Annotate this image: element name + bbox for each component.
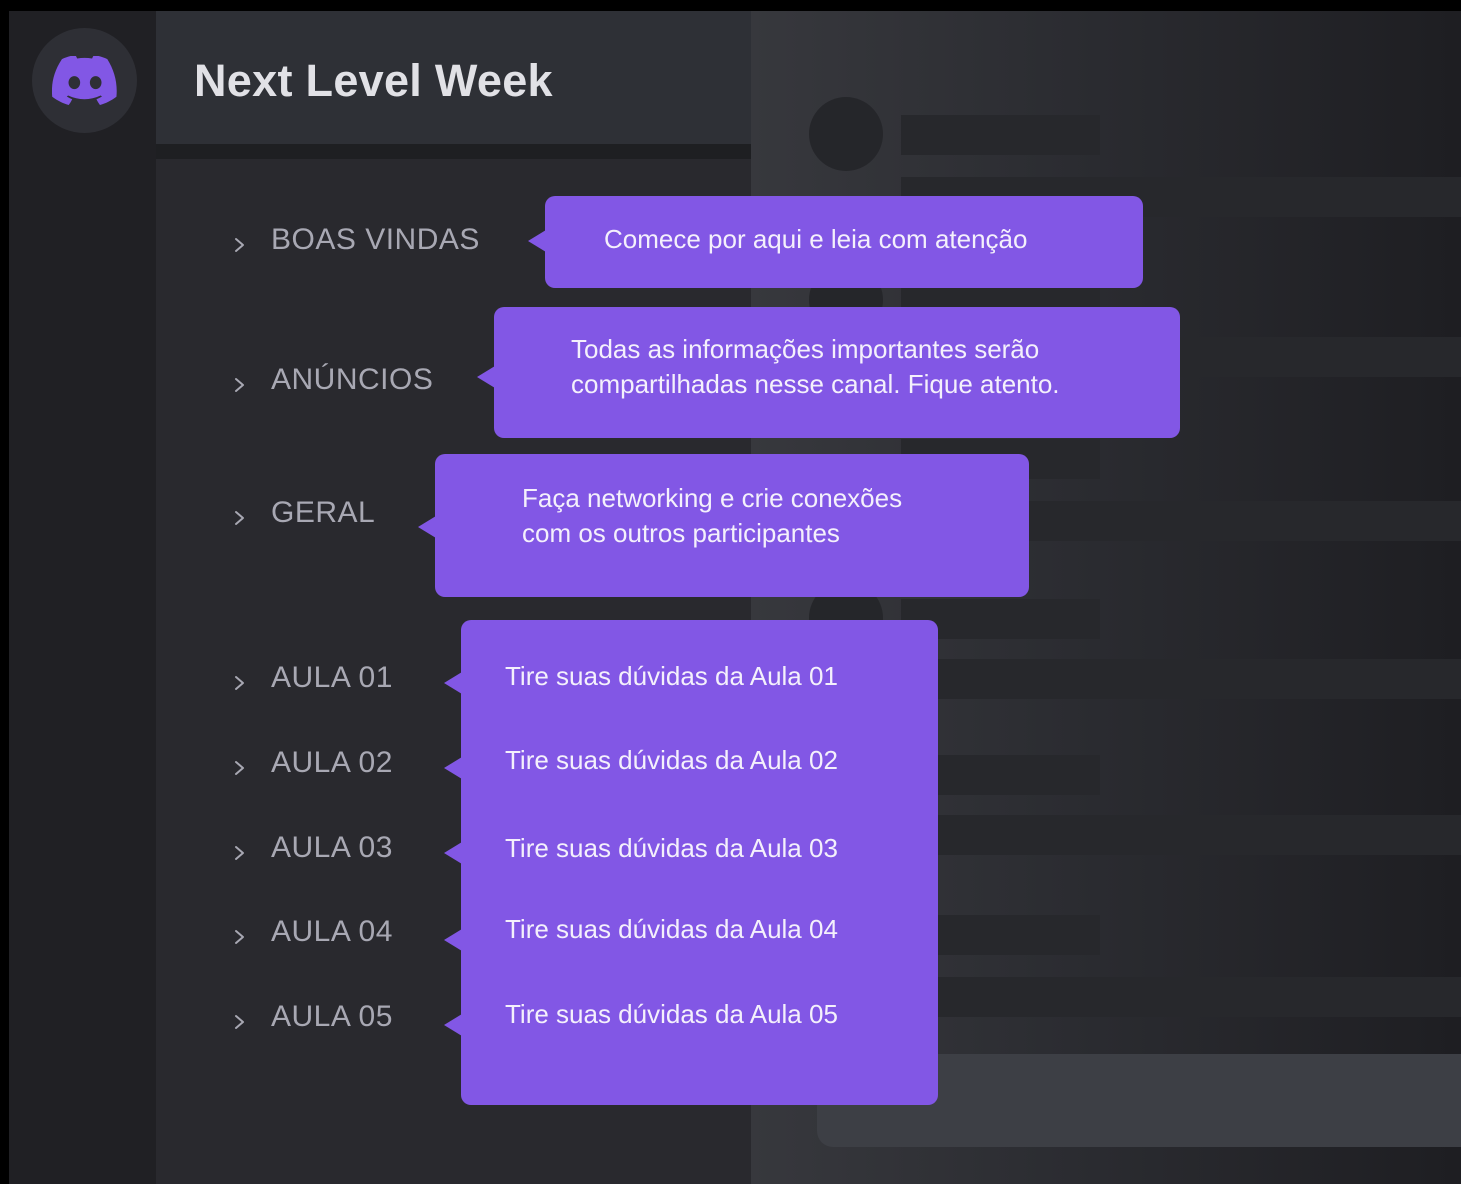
chevron-right-icon [230, 508, 250, 528]
channel-label: BOAS VINDAS [271, 223, 480, 256]
tooltip-arrow [444, 929, 462, 951]
tooltip-arrow [444, 757, 462, 779]
server-button[interactable] [32, 28, 137, 133]
chevron-right-icon [230, 927, 250, 947]
channel-boas-vindas[interactable]: BOAS VINDAS [230, 220, 480, 260]
channel-aula-03[interactable]: AULA 03 [230, 828, 393, 868]
tooltip-arrow [418, 516, 436, 538]
channel-label: AULA 01 [271, 661, 393, 694]
channel-geral[interactable]: GERAL [230, 493, 375, 533]
chevron-right-icon [230, 375, 250, 395]
tooltip-boas-vindas: Comece por aqui e leia com atenção [528, 196, 1143, 288]
chevron-right-icon [230, 235, 250, 255]
tooltip-text-line: Faça networking e crie conexões [522, 483, 903, 513]
tooltip-text-aula-04: Tire suas dúvidas da Aula 04 [505, 914, 838, 944]
placeholder-line [901, 977, 1461, 1017]
channel-label: GERAL [271, 496, 376, 529]
tooltip-text-line: Todas as informações importantes serão [571, 334, 1040, 364]
channel-aula-02[interactable]: AULA 02 [230, 743, 393, 783]
tooltip-arrow [528, 230, 546, 252]
placeholder-line [901, 115, 1100, 155]
channel-label: AULA 03 [271, 831, 393, 864]
channel-label: AULA 04 [271, 915, 393, 948]
tooltip-aulas: Tire suas dúvidas da Aula 01 Tire suas d… [444, 620, 938, 1105]
tooltip-arrow [477, 366, 495, 388]
chevron-right-icon [230, 843, 250, 863]
channel-label: AULA 05 [271, 1000, 393, 1033]
channel-anuncios[interactable]: ANÚNCIOS [230, 360, 433, 400]
tooltip-text-aula-03: Tire suas dúvidas da Aula 03 [505, 833, 838, 863]
chevron-right-icon [230, 673, 250, 693]
tooltip-text-line: com os outros participantes [522, 518, 840, 548]
app-window: Next Level Week BOAS VINDAS ANÚNCIOS GER… [0, 0, 1461, 1184]
channel-aula-05[interactable]: AULA 05 [230, 997, 393, 1037]
channel-label: ANÚNCIOS [271, 363, 434, 396]
channel-aula-01[interactable]: AULA 01 [230, 658, 393, 698]
panel-header-divider [156, 144, 751, 159]
tooltip-arrow [444, 1014, 462, 1036]
placeholder-line [901, 815, 1461, 855]
tooltip-anuncios: Todas as informações importantes serão c… [477, 307, 1180, 438]
chevron-right-icon [230, 1012, 250, 1032]
tooltip-geral: Faça networking e crie conexões com os o… [418, 454, 1029, 597]
placeholder-line [901, 659, 1461, 699]
tooltip-text-aula-02: Tire suas dúvidas da Aula 02 [505, 745, 838, 775]
tooltip-text-aula-05: Tire suas dúvidas da Aula 05 [505, 999, 838, 1029]
chevron-right-icon [230, 758, 250, 778]
tooltip-text: Comece por aqui e leia com atenção [604, 224, 1028, 254]
discord-logo-icon [51, 55, 117, 105]
server-title: Next Level Week [194, 55, 553, 106]
channel-label: AULA 02 [271, 746, 393, 779]
placeholder-avatar [809, 97, 883, 171]
tooltip-arrow [444, 842, 462, 864]
tooltip-text-aula-01: Tire suas dúvidas da Aula 01 [505, 661, 838, 691]
tooltip-arrow [444, 672, 462, 694]
server-rail [9, 11, 156, 1184]
tooltip-text-line: compartilhadas nesse canal. Fique atento… [571, 369, 1060, 399]
channel-aula-04[interactable]: AULA 04 [230, 912, 393, 952]
